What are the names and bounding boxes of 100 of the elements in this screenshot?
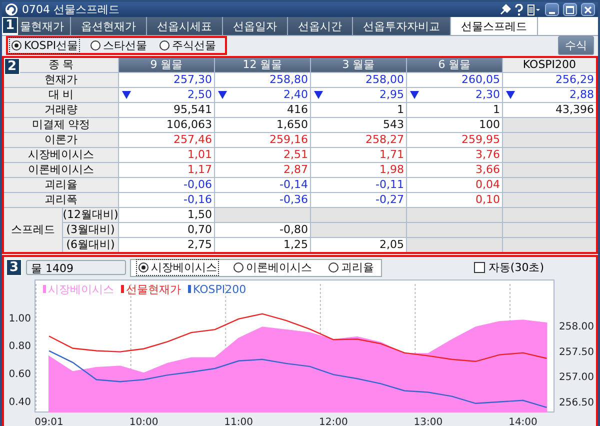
axis-label: 09:01: [34, 417, 64, 426]
cell-value: 256,29: [556, 73, 594, 87]
row-label: 현재가: [4, 73, 118, 87]
close-button[interactable]: [581, 3, 595, 16]
cell-value: 1,01: [188, 148, 212, 162]
axis-label: 1.00: [8, 313, 31, 324]
cell-value: -0,36: [280, 193, 308, 207]
radio-icon: [90, 40, 102, 51]
cell-value: 0,04: [476, 178, 500, 192]
radio-option[interactable]: KOSPI선물: [10, 38, 80, 53]
axis-label: 0.80: [8, 341, 31, 352]
cell-value: 258,00: [366, 73, 404, 87]
radio-option[interactable]: 주식선물: [158, 38, 218, 53]
row-label: (12월대비): [63, 208, 118, 222]
cell-value: 43,396: [556, 103, 594, 117]
axis-label: 13:00: [414, 417, 443, 426]
column-header[interactable]: 6 월물: [407, 58, 502, 72]
axis-label: 258.00: [559, 321, 594, 332]
axis-label: 257.50: [559, 346, 594, 358]
row-label: 대 비: [4, 88, 118, 102]
cell-value: 95,541: [174, 103, 212, 117]
cell-value: 2,40: [284, 88, 308, 102]
close-icon: [584, 6, 592, 14]
cell-value: 543: [383, 118, 404, 132]
tab[interactable]: 선옵시간: [288, 17, 353, 35]
column-header[interactable]: 3 월물: [311, 58, 406, 72]
cell-value: -0,80: [280, 223, 308, 237]
row-label: 시장베이시스: [4, 148, 118, 162]
legend-item: KOSPI200: [188, 283, 246, 296]
cell-value: 258,80: [270, 73, 308, 87]
cell-value: 106,063: [166, 118, 212, 132]
radio-icon: [328, 262, 339, 273]
axis-label: 0.60: [8, 369, 31, 380]
cell-value: -0,27: [376, 193, 404, 207]
formula-button[interactable]: 수식: [558, 36, 594, 55]
radio-icon: [138, 262, 149, 273]
radio-option[interactable]: 시장베이시스: [137, 260, 218, 275]
maximize-icon: [566, 6, 574, 14]
section-badge: 2: [4, 58, 20, 75]
cell-value: 2,88: [570, 88, 594, 102]
contract-field[interactable]: 물 1409: [26, 260, 126, 275]
axis-label: 10:00: [129, 417, 158, 426]
radio-option[interactable]: 이론베이시스: [232, 260, 313, 275]
help-icon[interactable]: [515, 4, 523, 16]
pin-icon[interactable]: [499, 4, 511, 16]
row-label: (3월대비): [63, 223, 118, 237]
cell-value: 1: [493, 103, 500, 117]
axis-label: 14:00: [508, 417, 538, 426]
row-label: 이론가: [4, 133, 118, 147]
tab[interactable]: 선옵일자: [223, 17, 288, 35]
cell-value: 1,50: [188, 208, 212, 222]
column-header[interactable]: 12 월물: [215, 58, 310, 72]
cell-value: 2,87: [284, 163, 308, 177]
cell-value: 2,05: [380, 238, 404, 252]
section-badge: 1: [2, 17, 18, 34]
cell-value: 2,51: [284, 148, 308, 162]
cell-value: -0,14: [280, 178, 308, 192]
legend-item: 선물현재가: [121, 283, 181, 296]
cell-value: 258,27: [366, 133, 404, 147]
column-header: KOSPI200: [503, 58, 596, 72]
radio-icon: [11, 40, 22, 51]
cell-value: 2,95: [380, 88, 404, 102]
tab[interactable]: 선옵투자자비교: [353, 17, 451, 35]
cell-value: 257,46: [174, 133, 212, 147]
cell-value: 3,76: [476, 148, 500, 162]
radio-icon: [159, 40, 170, 51]
tab[interactable]: 선옵시세표: [147, 17, 223, 35]
auto-refresh-checkbox[interactable]: 자동(30초): [474, 260, 544, 275]
tab[interactable]: 옵션현재가: [71, 17, 147, 35]
cell-value: 0,10: [476, 193, 500, 207]
minimize-icon: [549, 12, 555, 14]
tab[interactable]: 물현재가: [18, 17, 71, 35]
legend-item: 시장베이시스: [43, 283, 114, 296]
cell-value: 1: [397, 103, 404, 117]
cell-value: 260,05: [462, 73, 500, 87]
cell-value: 259,16: [270, 133, 308, 147]
row-label: 괴리율: [4, 178, 118, 192]
row-label: 스프레드: [4, 208, 62, 252]
cell-value: 259,95: [462, 133, 500, 147]
maximize-button[interactable]: [563, 3, 577, 16]
row-label: 괴리폭: [4, 193, 118, 207]
cell-value: 2,75: [188, 238, 212, 252]
cell-value: 1,25: [284, 238, 308, 252]
radio-option[interactable]: 괴리율: [327, 260, 375, 275]
cell-value: 100: [479, 118, 500, 132]
menu-icon[interactable]: [527, 4, 541, 16]
row-label: 미결제 약정: [4, 118, 118, 132]
radio-option[interactable]: 스타선물: [89, 38, 148, 53]
cell-value: 416: [287, 103, 308, 117]
radio-icon: [233, 262, 244, 273]
column-header[interactable]: 9 월물: [119, 58, 214, 72]
axis-label: 12:00: [318, 417, 348, 426]
cell-value: 1,650: [276, 118, 308, 132]
cell-value: 2,30: [476, 88, 500, 102]
minimize-button[interactable]: [545, 3, 559, 16]
cell-value: 2,50: [188, 88, 212, 102]
axis-label: 256.50: [559, 397, 594, 408]
axis-label: 0.40: [8, 396, 31, 408]
cell-value: 0,70: [188, 223, 212, 237]
cell-value: -0,11: [376, 178, 404, 192]
